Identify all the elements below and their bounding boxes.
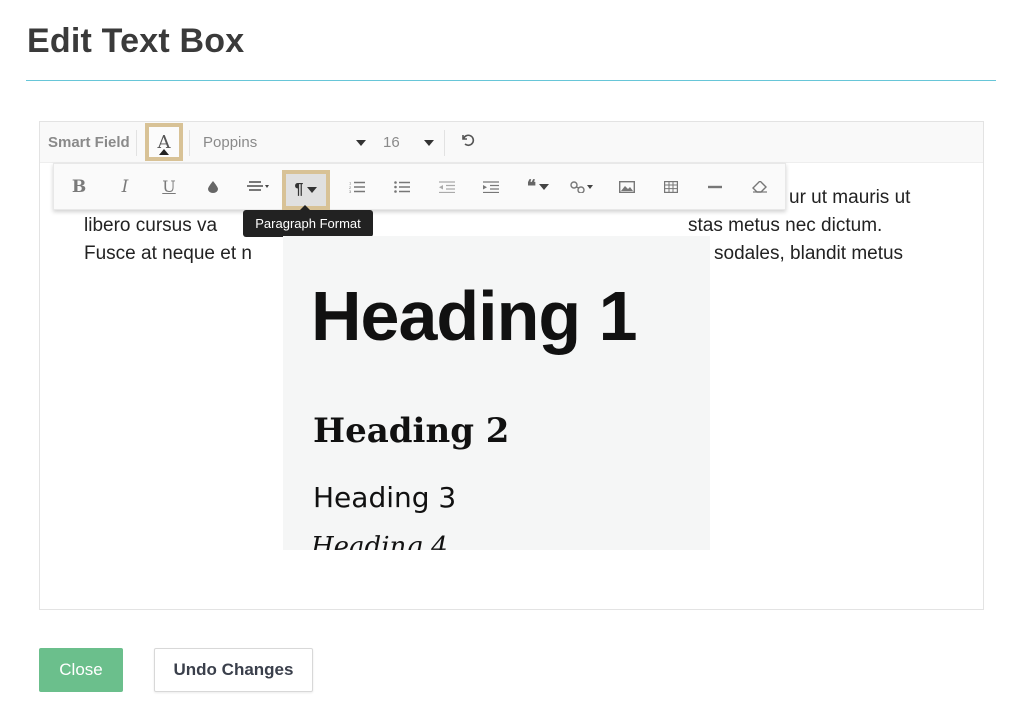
align-center-icon[interactable]	[240, 164, 280, 209]
table-icon[interactable]	[658, 164, 684, 209]
paragraph-format-icon[interactable]: ¶	[282, 170, 330, 210]
chevron-down-icon	[307, 187, 318, 193]
text-line: Fusce at neque et n	[84, 243, 252, 264]
toolbar-divider	[444, 130, 445, 156]
page-title: Edit Text Box	[27, 22, 245, 60]
bold-icon[interactable]: B	[66, 164, 92, 209]
paragraph-format-dropdown: Heading 1 Heading 2 Heading 3 Heading 4	[283, 236, 710, 550]
quote-glyph: ❝	[526, 176, 537, 196]
heading-2-option[interactable]: Heading 2	[313, 411, 509, 451]
ordered-list-icon[interactable]: 123	[344, 164, 370, 209]
heading-3-option[interactable]: Heading 3	[313, 481, 456, 514]
top-toolbar: Smart Field A Poppins 16	[40, 122, 983, 163]
text-line: sodales, blandit metus	[714, 243, 904, 264]
font-size-select[interactable]: 16	[383, 134, 400, 151]
italic-icon[interactable]: I	[112, 164, 138, 209]
paragraph-format-tooltip: Paragraph Format	[243, 205, 373, 237]
horizontal-line-icon[interactable]	[702, 164, 728, 209]
link-icon[interactable]	[566, 164, 600, 209]
text-line: ur ut mauris ut	[789, 187, 911, 208]
undo-icon[interactable]	[460, 132, 476, 153]
toolbar-divider	[189, 130, 190, 156]
caret-up-icon	[159, 149, 169, 155]
quote-icon[interactable]: ❝	[520, 164, 556, 209]
format-toolbar: B I U ¶ 123 ❝	[53, 163, 786, 210]
font-family-select[interactable]: Poppins	[203, 134, 257, 151]
chevron-down-icon	[539, 183, 550, 190]
font-options-button[interactable]: A	[145, 123, 183, 161]
unordered-list-icon[interactable]	[389, 164, 415, 209]
pilcrow-icon: ¶	[294, 181, 304, 198]
title-divider	[26, 80, 996, 81]
outdent-icon[interactable]	[434, 164, 460, 209]
heading-4-option[interactable]: Heading 4	[311, 532, 448, 550]
indent-icon[interactable]	[478, 164, 504, 209]
svg-text:3: 3	[349, 189, 352, 193]
text-line: libero cursus va	[84, 215, 218, 236]
chevron-down-icon[interactable]	[424, 140, 434, 146]
smart-field-button[interactable]: Smart Field	[48, 134, 130, 151]
heading-1-option[interactable]: Heading 1	[311, 276, 638, 356]
clear-format-icon[interactable]	[747, 164, 773, 209]
text-line: stas metus nec dictum.	[688, 215, 883, 236]
undo-changes-button[interactable]: Undo Changes	[154, 648, 313, 692]
image-icon[interactable]	[614, 164, 640, 209]
text-color-drop-icon[interactable]	[200, 164, 226, 209]
underline-icon[interactable]: U	[156, 164, 182, 209]
toolbar-divider	[136, 130, 137, 156]
chevron-down-icon[interactable]	[356, 140, 366, 146]
close-button[interactable]: Close	[39, 648, 123, 692]
